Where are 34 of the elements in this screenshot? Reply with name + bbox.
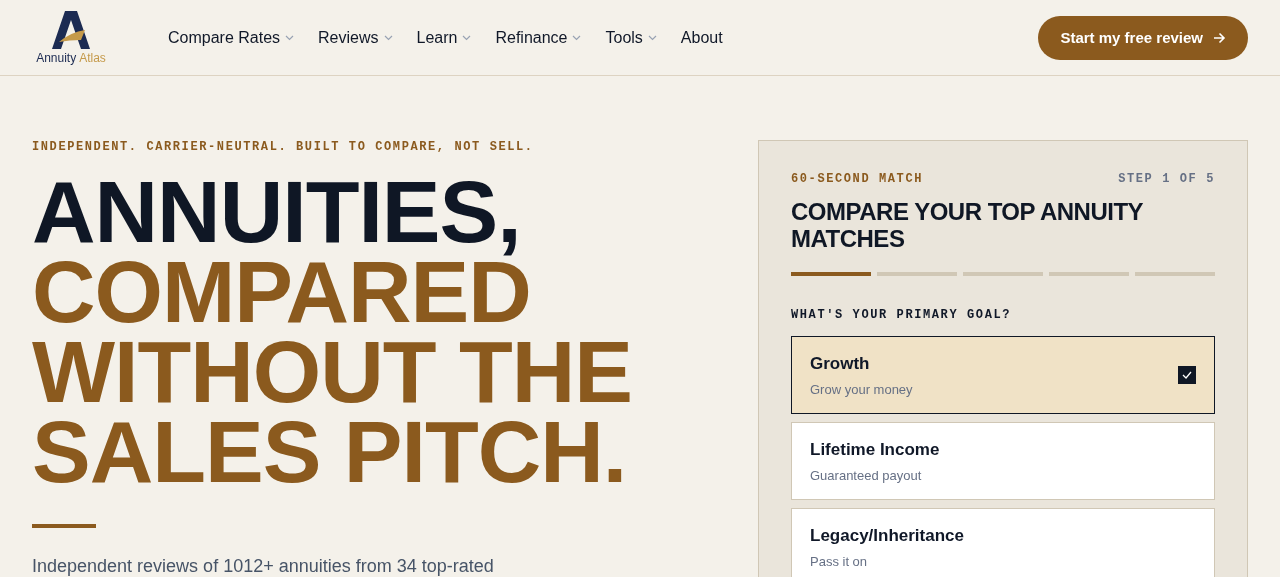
- nav-link[interactable]: Refinance: [495, 28, 582, 47]
- goal-option[interactable]: Lifetime Income Guaranteed payout: [791, 422, 1215, 500]
- logo-text: Atlas: [79, 51, 106, 65]
- checkmark-icon: [1182, 371, 1192, 379]
- option-title: Legacy/Inheritance: [810, 525, 965, 546]
- nav-link[interactable]: Reviews: [318, 28, 393, 47]
- chevron-down-icon: [383, 34, 393, 41]
- nav-link[interactable]: Learn: [416, 28, 472, 47]
- chevron-down-icon: [572, 34, 582, 41]
- headline-line: WITHOUT THE: [32, 332, 632, 412]
- headline-line: SALES PITCH.: [32, 412, 627, 492]
- nav-link[interactable]: Tools: [605, 28, 657, 47]
- option-subtitle: Guaranteed payout: [810, 467, 923, 483]
- lede-text: Independent reviews of 1012+ annuities from 34 top-rated: [32, 556, 495, 577]
- nav-link[interactable]: About: [680, 28, 723, 47]
- arrow-right-icon: [1213, 31, 1226, 44]
- eyebrow-text: INDEPENDENT. CARRIER-NEUTRAL. BUILT TO COMPARE, NOT SELL.: [32, 140, 535, 154]
- chevron-down-icon: [285, 34, 295, 41]
- option-subtitle: Pass it on: [810, 553, 869, 569]
- logo-icon: [51, 10, 91, 50]
- option-title: Growth: [810, 353, 871, 374]
- option-subtitle: Grow your money: [810, 381, 914, 397]
- nav-link[interactable]: Compare Rates: [168, 28, 295, 47]
- chevron-down-icon: [647, 34, 657, 41]
- logo-text: Annuity: [36, 51, 77, 65]
- start-review-button[interactable]: Start my free review: [1038, 15, 1248, 60]
- step-counter: STEP 1 OF 5: [1118, 172, 1215, 186]
- question-label: WHAT'S YOUR PRIMARY GOAL?: [791, 308, 1013, 322]
- option-title: Lifetime Income: [810, 439, 941, 460]
- chevron-down-icon: [462, 34, 472, 41]
- quiz-title: COMPARE YOUR TOP ANNUITY MATCHES: [791, 198, 1144, 252]
- goal-option[interactable]: Growth Grow your money: [791, 336, 1215, 414]
- goal-option[interactable]: Legacy/Inheritance Pass it on: [791, 508, 1215, 577]
- quiz-eyebrow: 60-SECOND MATCH: [791, 172, 924, 186]
